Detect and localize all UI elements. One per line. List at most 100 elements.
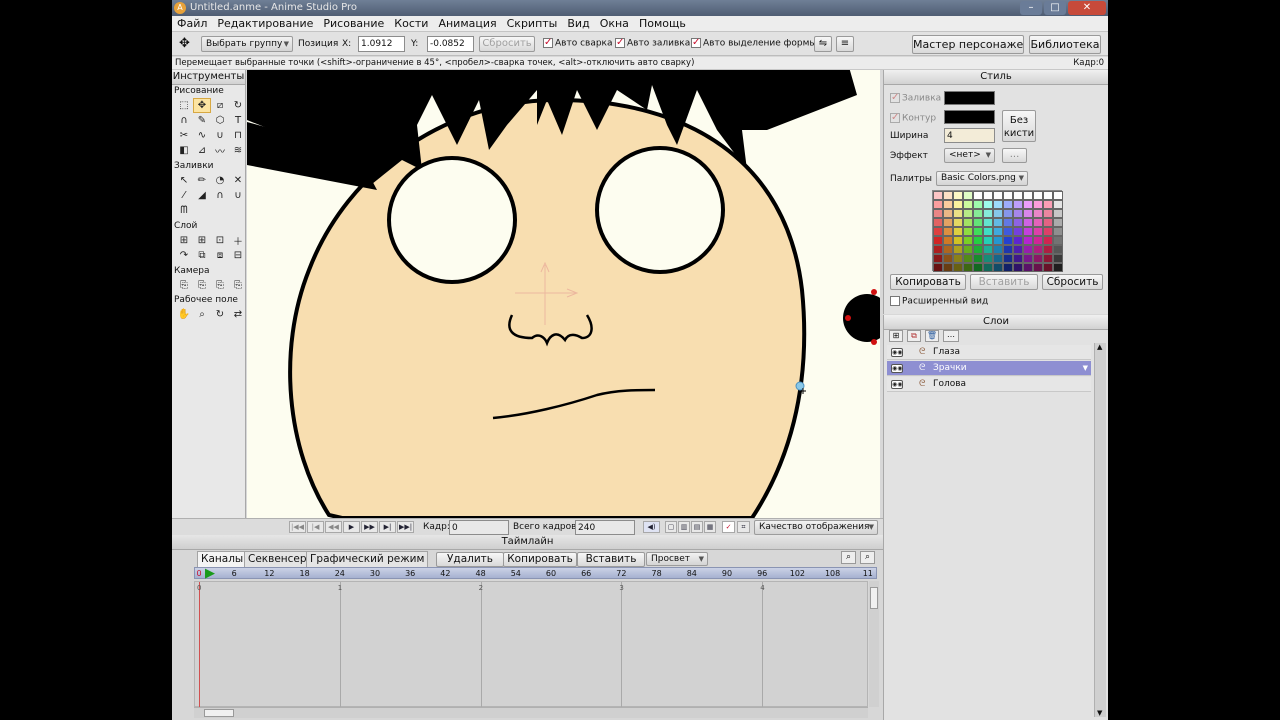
menu-animation[interactable]: Анимация [433,16,501,32]
delete-layer-icon[interactable]: 🗑 [925,330,939,342]
scale-layer-icon[interactable]: ⊡ [211,233,229,248]
layer-row-head[interactable]: ◉◉ ᘓ Голова [887,377,1091,392]
rotate-workspace-icon[interactable]: ↻ [211,307,229,322]
duplicate-layer-icon[interactable]: ⧉ [907,330,921,342]
palette-swatch[interactable] [993,191,1003,200]
text-icon[interactable]: T [229,113,247,128]
zoom-icon[interactable]: ⌕ [193,307,211,322]
palette-swatch[interactable] [1053,236,1063,245]
palette-swatch[interactable] [1043,200,1053,209]
palette-swatch[interactable] [1053,191,1063,200]
minimize-icon[interactable]: – [1020,1,1042,15]
stroke-checkbox[interactable]: ✓ Контур [890,113,936,124]
zoom-out-timeline-icon[interactable]: ⌕ [841,551,856,564]
palette-swatch[interactable] [973,209,983,218]
menu-bones[interactable]: Кости [389,16,433,32]
magnet-icon[interactable]: ∪ [211,128,229,143]
timeline-horizontal-scrollbar[interactable] [194,707,868,718]
menu-window[interactable]: Окна [595,16,634,32]
palette-swatch[interactable] [943,191,953,200]
align-icon[interactable]: ≡ [836,36,854,52]
tab-sequencer[interactable]: Секвенсер [244,551,311,567]
set-origin-icon[interactable]: ⊞ [175,233,193,248]
playhead-play-icon[interactable]: ▶ [205,566,215,581]
palette-swatch[interactable] [1013,218,1023,227]
palette-swatch[interactable] [983,209,993,218]
bend-icon[interactable]: ⊿ [193,143,211,158]
flip-layer-icon[interactable]: ⧉ [193,248,211,263]
view-single-icon[interactable]: ▢ [665,521,677,533]
palette-swatch[interactable] [1003,254,1013,263]
auto-fill-checkbox[interactable]: ✓ Авто заливка [615,38,690,49]
auto-select-shape-checkbox[interactable]: ✓ Авто выделение формы [691,38,816,49]
timeline-vertical-scrollbar[interactable] [869,581,879,707]
palette-swatch[interactable] [1033,254,1043,263]
menu-edit[interactable]: Редактирование [212,16,318,32]
menu-draw[interactable]: Рисование [318,16,389,32]
palette-swatch[interactable] [973,191,983,200]
palette-swatch[interactable] [993,245,1003,254]
palette-swatch[interactable] [1043,191,1053,200]
create-shape-icon[interactable]: ✏ [193,173,211,188]
palette-swatch[interactable] [993,200,1003,209]
palette-swatch[interactable] [1043,245,1053,254]
palette-swatch[interactable] [933,263,943,272]
palette-swatch[interactable] [1003,227,1013,236]
palette-swatch[interactable] [1013,227,1023,236]
line-width-icon[interactable]: ◢ [193,188,211,203]
palette-swatch[interactable] [1003,245,1013,254]
palette-swatch[interactable] [973,236,983,245]
palette-swatch[interactable] [933,227,943,236]
total-frames-input[interactable]: 240 [575,520,635,535]
palette-swatch[interactable] [933,191,943,200]
scale-points-icon[interactable]: ⧄ [211,98,229,113]
flip-icon[interactable]: ⇋ [814,36,832,52]
palette-swatch[interactable] [973,227,983,236]
palette-swatch[interactable] [983,254,993,263]
palette-swatch[interactable] [993,209,1003,218]
orbit-workspace-icon[interactable]: ⇄ [229,307,247,322]
scroll-down-icon[interactable]: ▼ [1097,709,1102,717]
layer-row-pupils[interactable]: ◉◉ ᘓ Зрачки ▼ [887,361,1091,376]
tab-graph-mode[interactable]: Графический режим [306,551,429,567]
palette-swatch[interactable] [993,227,1003,236]
palette-swatch[interactable] [1033,191,1043,200]
visibility-eye-icon[interactable]: ◉◉ [891,348,903,357]
palette-swatch[interactable] [983,218,993,227]
palette-swatch[interactable] [1053,254,1063,263]
palette-swatch[interactable] [953,236,963,245]
paste-keys-button[interactable]: Вставить [577,552,645,567]
copy-keys-button[interactable]: Копировать [503,552,577,567]
stroke-color-swatch[interactable] [944,110,995,124]
palette-swatch[interactable] [1003,191,1013,200]
width-input[interactable]: 4 [944,128,995,143]
palette-dropdown[interactable]: Basic Colors.png [936,171,1028,186]
palette-swatch[interactable] [1003,263,1013,272]
frame-input[interactable]: 0 [449,520,509,535]
palette-swatch[interactable] [953,227,963,236]
copy-style-button[interactable]: Копировать [890,274,966,290]
palette-swatch[interactable] [973,200,983,209]
scroll-up-icon[interactable]: ▲ [1097,343,1102,351]
palette-swatch[interactable] [1053,263,1063,272]
palette-swatch[interactable] [983,200,993,209]
noise-icon[interactable]: 〰 [211,143,229,158]
drawing-canvas[interactable] [247,70,880,518]
layer-row-eyes[interactable]: ◉◉ ᘓ Глаза [887,345,1091,360]
palette-swatch[interactable] [963,245,973,254]
view-quad-icon[interactable]: ▦ [704,521,716,533]
no-brush-button[interactable]: Без кисти [1002,110,1036,142]
palette-swatch[interactable] [1023,218,1033,227]
palette-swatch[interactable] [1013,209,1023,218]
palette-swatch[interactable] [1033,236,1043,245]
frame-bounds-icon[interactable]: ⌗ [737,521,750,533]
palette-swatch[interactable] [933,245,943,254]
select-shape-icon[interactable]: ↖ [175,173,193,188]
palette-swatch[interactable] [993,263,1003,272]
channels-track[interactable]: 0 1 2 3 4 [194,581,868,708]
play-back-icon[interactable]: ◀◀ [325,521,342,533]
palette-swatch[interactable] [1033,200,1043,209]
palette-swatch[interactable] [1033,245,1043,254]
palette-swatch[interactable] [1023,245,1033,254]
palette-swatch[interactable] [943,218,953,227]
